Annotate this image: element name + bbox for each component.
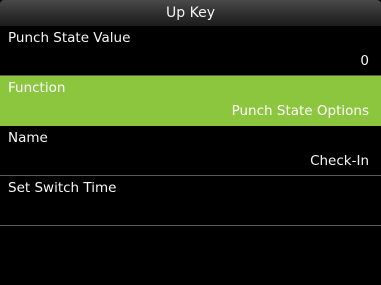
menu-empty-row: [0, 226, 381, 276]
menu-item-label: Set Switch Time: [8, 180, 117, 196]
title-bar: Up Key: [0, 0, 381, 26]
menu-item-label: Punch State Value: [8, 30, 131, 46]
menu-item-name[interactable]: Name Check-In: [0, 126, 381, 176]
menu-item-label: Name: [8, 130, 48, 146]
device-screen: Up Key Punch State Value 0 Function Punc…: [0, 0, 381, 285]
menu-item-punch-state-value[interactable]: Punch State Value 0: [0, 26, 381, 76]
menu-item-function[interactable]: Function Punch State Options: [0, 76, 381, 126]
menu-item-label: Function: [8, 80, 66, 96]
menu-item-set-switch-time[interactable]: Set Switch Time: [0, 176, 381, 226]
menu-item-value: Punch State Options: [231, 103, 369, 119]
page-title: Up Key: [166, 5, 215, 21]
menu-item-value: 0: [360, 53, 369, 69]
menu-item-value: Check-In: [310, 153, 369, 169]
